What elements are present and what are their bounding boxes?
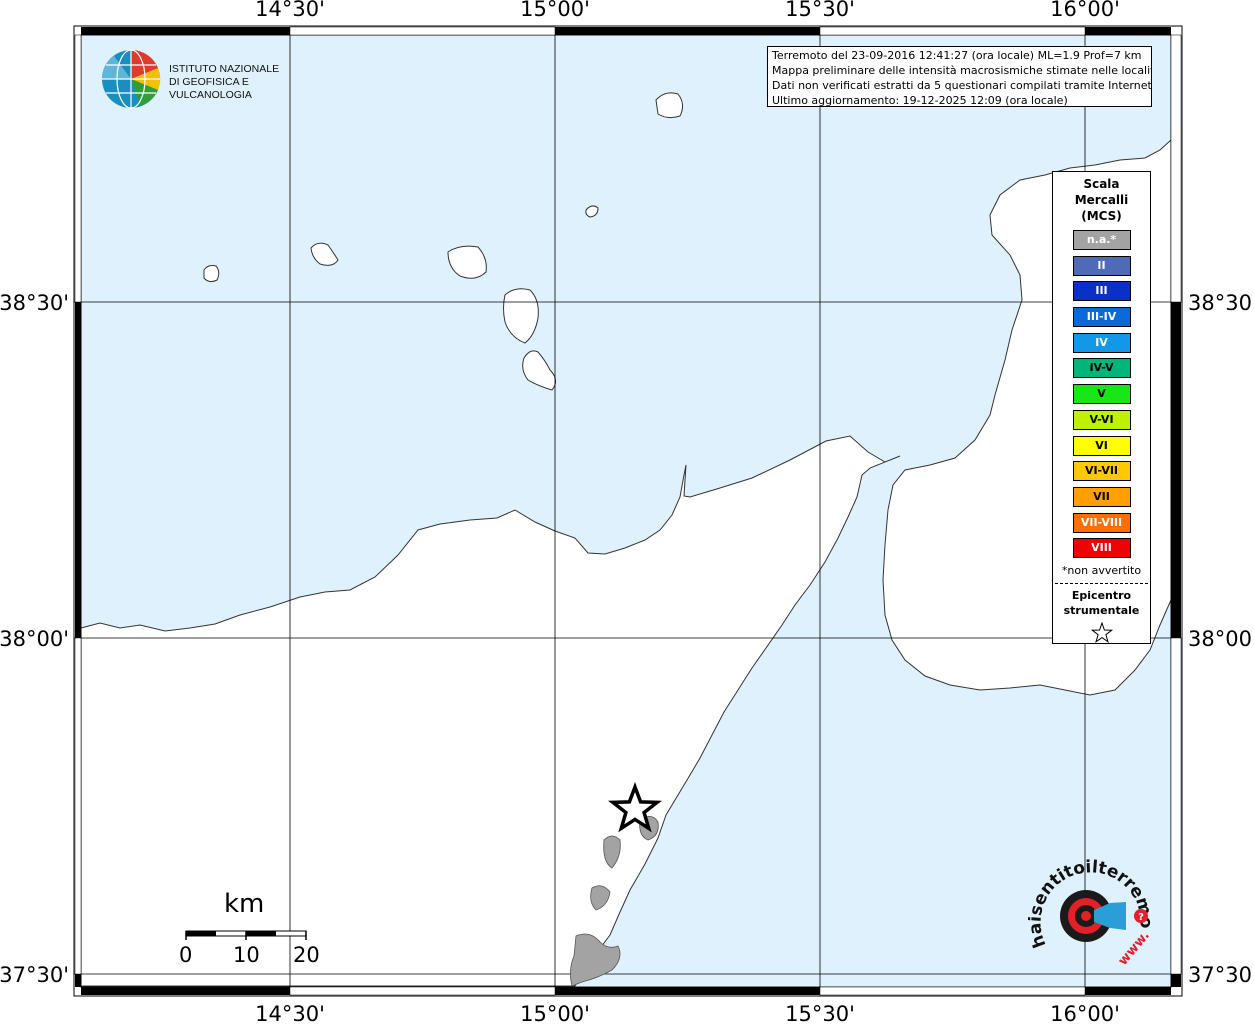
stromboli-island [655,92,684,119]
lat-tick-label: 38°00' [0,627,69,651]
svg-text:?: ? [1138,912,1144,923]
legend-epicenter-label: Epicentro strumentale [1063,588,1140,617]
scale-label: 0 [179,943,193,967]
lon-tick-label: 14°30' [255,1002,325,1024]
lat-tick-label: 38°30' [0,291,69,315]
event-info-line: Mappa preliminare delle intensità macros… [772,64,1152,77]
scale-label: 10 [233,943,260,967]
legend-item: VII [1072,486,1131,507]
lat-tick-label: 38°00' [1188,627,1254,651]
event-info-line: Dati non verificati estratti da 5 questi… [772,79,1152,92]
legend-divider [1055,582,1148,584]
lat-tick-label: 37°30' [1188,963,1254,987]
lat-tick-label: 37°30' [0,963,69,987]
ingv-globe-icon [102,49,161,109]
legend-item: III [1072,281,1131,302]
lon-tick-label: 15°30' [785,1002,855,1024]
legend-item: III-IV [1072,307,1131,328]
legend-item: VI-VII [1072,461,1131,482]
legend-item: IV [1072,332,1131,353]
hst-logo: haisentitoilterremoto.it ? www. [1022,835,1158,975]
legend-item: VI [1072,435,1131,456]
legend-item: IV-V [1072,358,1131,379]
event-info-line: Ultimo aggiornamento: 19-12-2025 12:09 (… [772,94,1068,107]
event-info-line: Terremoto del 23-09-2016 12:41:27 (ora l… [772,49,1142,62]
event-info-box: Terremoto del 23-09-2016 12:41:27 (ora l… [767,46,1152,107]
ingv-logo: Istituto Nazionale di Geofisica e Vulcan… [100,48,320,110]
lon-tick-label: 14°30' [255,0,325,21]
legend-item: II [1072,255,1131,276]
legend-title: Scala Mercalli (MCS) [1074,177,1129,223]
hst-www-text: www. [1116,928,1153,968]
legend-star-icon [1053,621,1150,648]
lat-tick-label: 38°30' [1188,291,1254,315]
legend-item: V-VI [1072,409,1131,430]
lon-tick-label: 15°30' [785,0,855,21]
alicudi-island [203,265,220,283]
lon-tick-label: 15°00' [520,1002,590,1024]
lon-tick-label: 15°00' [520,0,590,21]
legend-item: VIII [1072,538,1131,559]
legend-item: VII-VIII [1072,512,1131,533]
legend-item: V [1072,384,1131,405]
scale-label: 20 [293,943,320,967]
ingv-name: Istituto Nazionale di Geofisica e Vulcan… [169,63,280,101]
mcs-legend: Scala Mercalli (MCS) n.a.* II III III-IV IV I… [1052,171,1151,644]
lon-tick-label: 16°00' [1050,1002,1120,1024]
legend-items: n.a.* II III III-IV IV IV-V V V-VI VI VI-VII VII VI… [1053,230,1150,559]
scale-unit: km [224,889,265,919]
lon-tick-label: 16°00' [1050,0,1120,21]
legend-item: n.a.* [1072,230,1131,250]
legend-note: *non avvertito [1061,563,1142,577]
